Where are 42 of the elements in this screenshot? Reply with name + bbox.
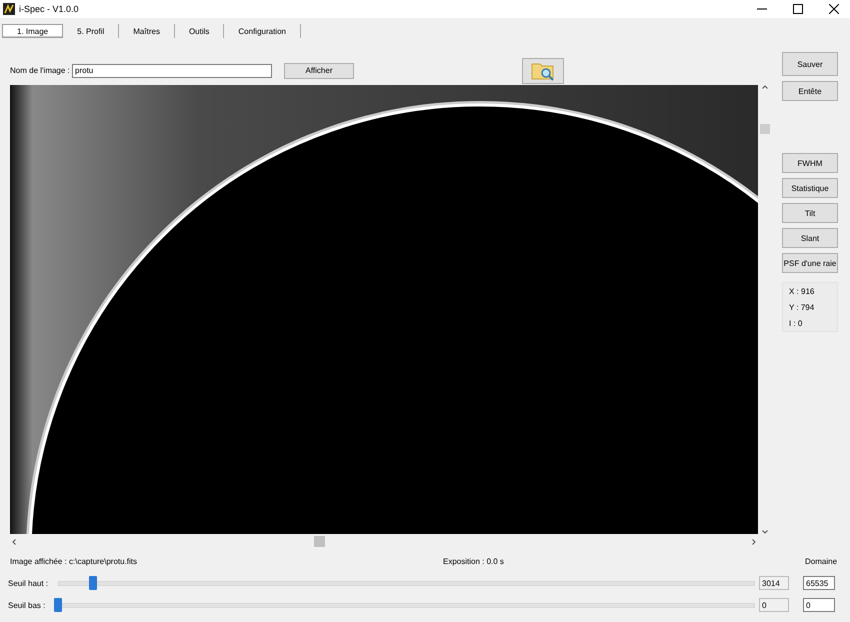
side-button[interactable]: Sauver [782,52,838,76]
maximize-icon [793,4,803,14]
tab[interactable]: Configuration [224,24,301,38]
scroll-down-icon[interactable] [762,530,768,534]
vertical-scrollbar[interactable] [758,85,772,534]
slider-label: Seuil bas : [8,600,46,610]
file-path-text: Image affichée : c:\capture\protu.fits [10,556,138,566]
folder-search-icon [531,60,555,80]
value-field: 0 [759,598,789,612]
tool-button[interactable]: Slant [782,228,838,248]
slider-label: Seuil haut : [8,578,50,588]
domain-field[interactable]: 0 [803,598,835,612]
scroll-left-icon[interactable] [12,539,16,545]
tab[interactable]: Outils [174,24,224,38]
close-icon [829,4,839,14]
exposure-text: Exposition : 0.0 s [443,556,505,566]
minimize-icon [757,8,767,10]
scroll-up-icon[interactable] [762,85,768,89]
field-label: Nom de l'image : [10,66,68,75]
value-field: 3014 [759,576,789,590]
display-button[interactable]: Afficher [284,62,354,78]
coordinate-text: Y : 794 [789,302,816,312]
window-title: i-Spec - V1.0.0 [19,4,79,14]
coordinate-text: X : 916 [789,286,816,296]
tab[interactable]: 5. Profil [63,24,120,38]
horizontal-scrollbar[interactable] [10,534,758,550]
coordinate-text: I : 0 [789,318,804,328]
side-button[interactable]: Entête [782,81,838,101]
tab[interactable]: 1. Image [2,24,64,38]
domain-label: Domaine [805,556,838,566]
scroll-thumb[interactable] [760,124,770,134]
tab[interactable]: Maîtres [119,24,175,38]
tool-button[interactable]: Statistique [782,178,838,198]
app-icon [3,3,15,15]
domain-field[interactable]: 65535 [803,576,835,590]
tool-button[interactable]: FWHM [782,153,838,173]
tool-button[interactable]: PSF d'une raie [782,253,838,273]
tool-button[interactable]: Tilt [782,203,838,223]
scroll-right-icon[interactable] [752,539,756,545]
browse-button[interactable] [522,58,564,84]
scroll-thumb[interactable] [314,536,325,547]
image-name-field[interactable]: protu [72,64,272,78]
